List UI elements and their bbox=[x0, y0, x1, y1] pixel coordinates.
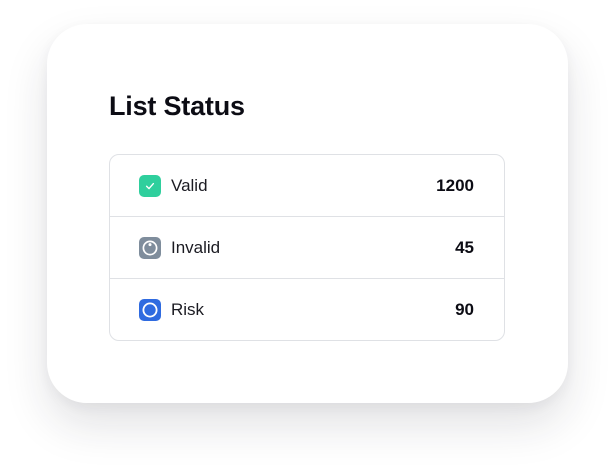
status-count: 45 bbox=[455, 237, 474, 257]
status-count: 1200 bbox=[436, 175, 474, 195]
status-label: Valid bbox=[171, 175, 208, 195]
card-title: List Status bbox=[109, 91, 245, 121]
status-row-risk: Risk 90 bbox=[110, 279, 504, 340]
status-label: Invalid bbox=[171, 237, 221, 257]
status-list: Valid 1200 Invalid 45 Risk 90 bbox=[109, 154, 505, 341]
check-icon bbox=[139, 174, 161, 197]
status-label: Risk bbox=[171, 299, 205, 319]
circle-icon bbox=[139, 298, 161, 321]
status-row-valid: Valid 1200 bbox=[110, 155, 504, 217]
circle-dot-icon bbox=[139, 236, 161, 259]
status-row-invalid: Invalid 45 bbox=[110, 217, 504, 279]
list-status-card: List Status Valid 1200 Invalid 45 Risk 9… bbox=[47, 24, 568, 403]
status-count: 90 bbox=[455, 299, 474, 319]
